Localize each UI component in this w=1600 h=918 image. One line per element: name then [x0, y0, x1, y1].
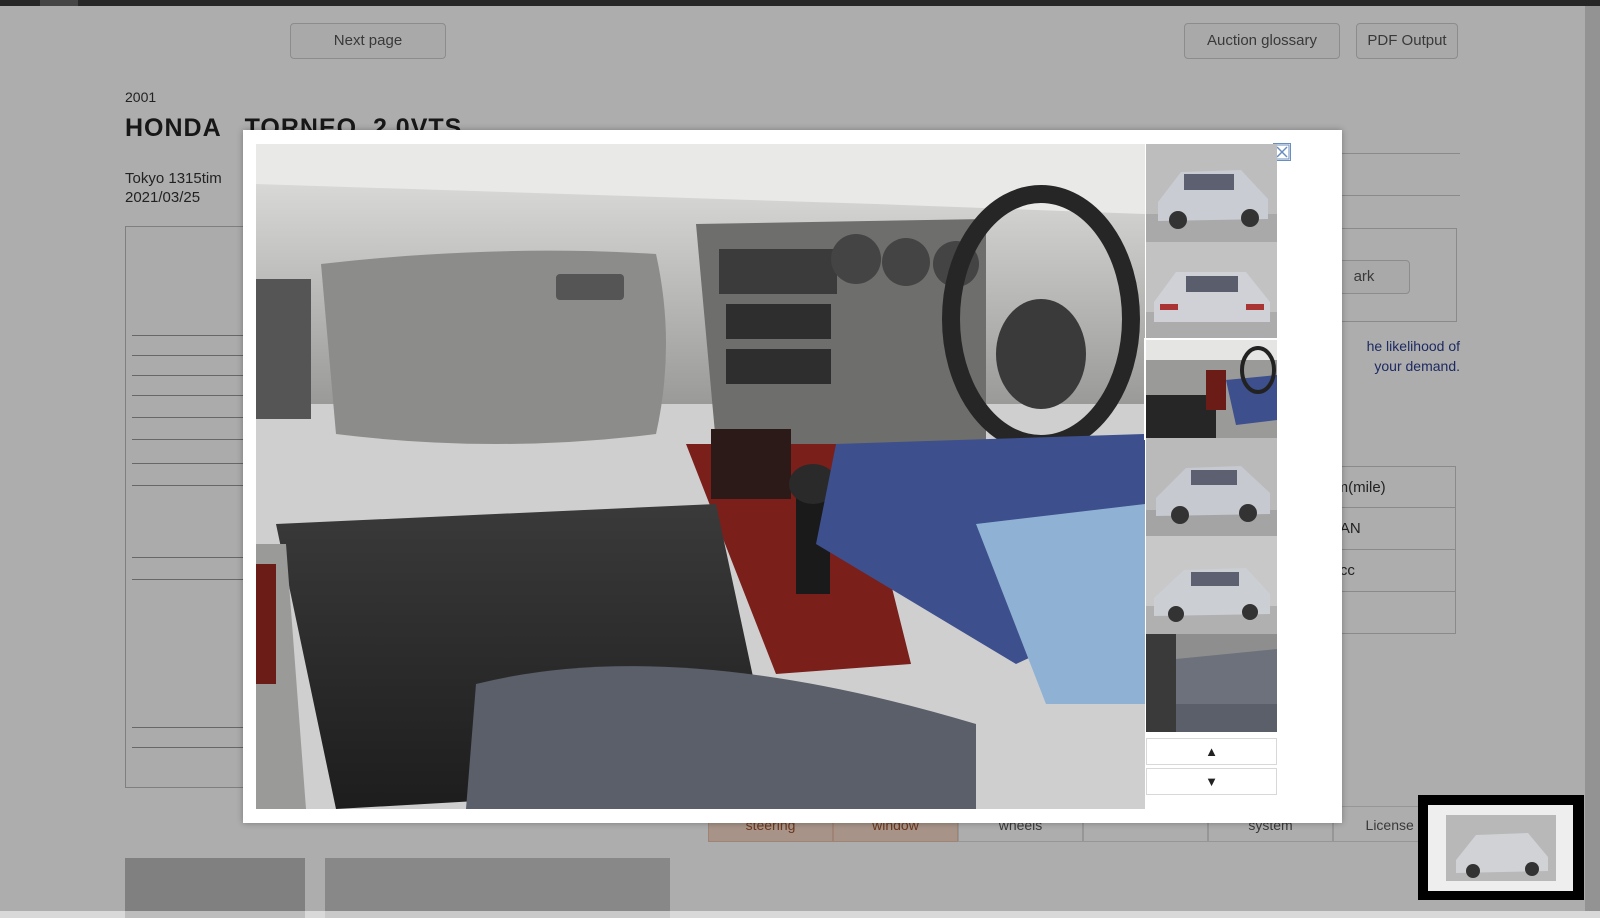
thumbnail-scroll-down-button[interactable]: ▼: [1146, 768, 1277, 795]
mini-preview-window[interactable]: [1418, 795, 1584, 900]
thumbnail-interior-selected[interactable]: [1144, 338, 1279, 440]
main-photo-interior[interactable]: [256, 144, 1145, 809]
thumbnail-rear[interactable]: [1146, 242, 1277, 340]
thumbnail-front-left[interactable]: [1146, 144, 1277, 242]
thumbnail-side[interactable]: [1146, 438, 1277, 536]
thumbnail-scroll-up-button[interactable]: ▲: [1146, 738, 1277, 765]
thumbnail-rear-seats[interactable]: [1146, 634, 1277, 732]
mini-preview-image: [1428, 805, 1573, 891]
thumbnail-rear-side[interactable]: [1146, 536, 1277, 634]
photo-lightbox: ▲ ▼: [243, 130, 1342, 823]
